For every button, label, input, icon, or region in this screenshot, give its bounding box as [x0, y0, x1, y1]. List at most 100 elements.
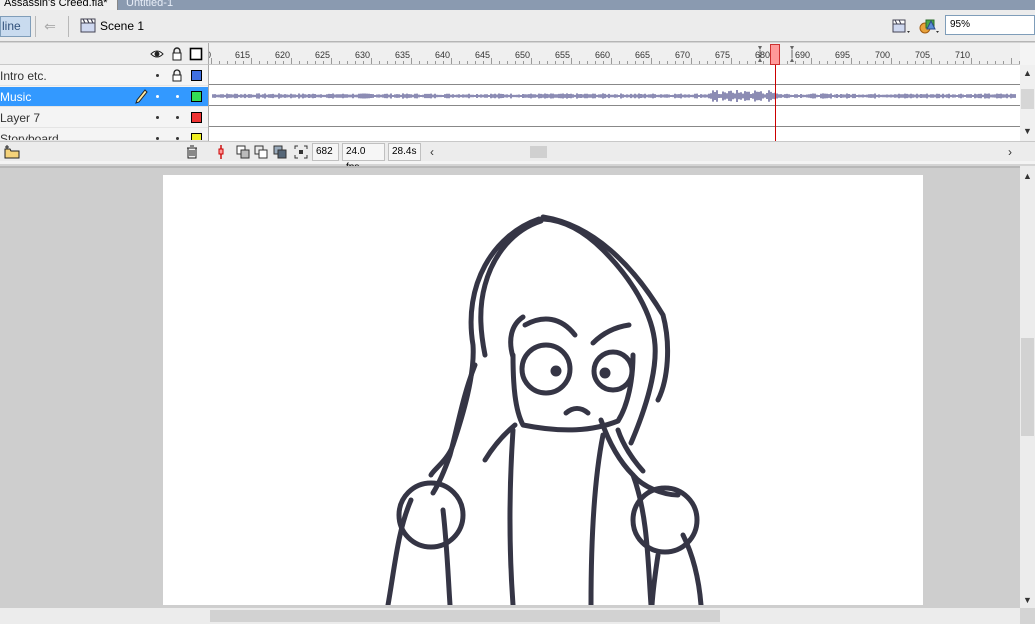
ruler-tick: [387, 61, 388, 64]
onion-skin-outlines-icon[interactable]: [253, 144, 269, 160]
layer-row-storyboard[interactable]: Storyboard: [0, 129, 208, 141]
ruler-label: 705: [915, 50, 931, 60]
scroll-up-arrow-icon[interactable]: ▲: [1023, 65, 1032, 81]
ruler-tick: [539, 61, 540, 64]
lock-all-icon[interactable]: [170, 47, 184, 61]
stage-horizontal-scrollbar[interactable]: [0, 608, 1020, 624]
document-tab-untitled[interactable]: Untitled-1: [122, 0, 192, 10]
ruler-tick: [411, 58, 412, 64]
new-folder-icon[interactable]: [3, 144, 21, 160]
scene-clapper-icon: [80, 18, 96, 33]
ruler-tick: [283, 61, 284, 64]
document-tab-bar: Assassin's Creed.fla* Untitled-1: [0, 0, 1035, 10]
outline-all-icon[interactable]: [189, 47, 203, 61]
show-hide-eye-icon[interactable]: [150, 47, 164, 61]
ruler-tick: [555, 61, 556, 64]
scroll-down-arrow-icon[interactable]: ▼: [1023, 592, 1032, 608]
scroll-thumb[interactable]: [210, 610, 720, 622]
scroll-thumb[interactable]: [1021, 338, 1034, 436]
ruler-tick: [419, 61, 420, 64]
lock-dot[interactable]: [176, 95, 179, 98]
toolbar-separator: [35, 16, 36, 37]
ruler-label: 665: [635, 50, 651, 60]
ruler-tick: [587, 61, 588, 64]
scroll-down-arrow-icon[interactable]: ▼: [1023, 123, 1032, 139]
layer-outline-swatch[interactable]: [191, 91, 202, 102]
ruler-label: 675: [715, 50, 731, 60]
timeline-vertical-scrollbar[interactable]: ▲ ▼: [1020, 65, 1035, 141]
stage-vertical-scrollbar[interactable]: ▲ ▼: [1020, 166, 1035, 608]
ruler-tick: [987, 61, 988, 64]
layer-row-layer7[interactable]: Layer 7: [0, 108, 208, 128]
ruler-tick: [515, 61, 516, 64]
scroll-right-arrow-icon[interactable]: ›: [1008, 144, 1012, 160]
onion-skin-icon[interactable]: [235, 144, 251, 160]
ruler-tick: [811, 58, 812, 64]
ruler-tick: [731, 58, 732, 64]
frame-ruler[interactable]: 0 615 620 625 630 635 640 645 650 655 66…: [208, 43, 1020, 65]
ruler-tick: [891, 58, 892, 64]
playhead-handle[interactable]: [770, 44, 780, 65]
ruler-tick: [251, 58, 252, 64]
layer-row-music[interactable]: Music: [0, 87, 208, 107]
ruler-label: 660: [595, 50, 611, 60]
center-frame-icon[interactable]: [214, 144, 228, 160]
frame-rate-display[interactable]: 24.0 fps: [342, 143, 385, 173]
ruler-tick: [491, 58, 492, 64]
ruler-tick: [923, 61, 924, 64]
ruler-tick: [747, 61, 748, 64]
timeline-horizontal-scrollbar[interactable]: ‹ ›: [428, 144, 1020, 160]
ruler-tick: [915, 61, 916, 64]
stage-canvas[interactable]: [163, 175, 923, 605]
lock-dot[interactable]: [176, 116, 179, 119]
ruler-tick: [211, 58, 212, 64]
visibility-dot[interactable]: [156, 137, 159, 140]
edit-multiple-frames-icon[interactable]: [272, 144, 288, 160]
ruler-tick: [483, 61, 484, 64]
edit-scene-icon[interactable]: [891, 17, 911, 35]
visibility-dot[interactable]: [156, 74, 159, 77]
back-arrow-icon[interactable]: ⇐: [40, 17, 60, 36]
ruler-tick: [659, 61, 660, 64]
lock-icon[interactable]: [171, 69, 183, 82]
ruler-tick: [275, 61, 276, 64]
ruler-tick: [667, 61, 668, 64]
scroll-thumb[interactable]: [1021, 89, 1034, 109]
frame-row-music[interactable]: [209, 86, 1021, 106]
scroll-left-arrow-icon[interactable]: ‹: [430, 144, 434, 160]
layer-outline-swatch[interactable]: [191, 112, 202, 123]
layer-name: Storyboard: [0, 132, 59, 141]
lock-dot[interactable]: [176, 137, 179, 140]
frame-row-layer7[interactable]: [209, 107, 1021, 127]
audio-waveform: [212, 90, 1016, 102]
timeline-panel: 0 615 620 625 630 635 640 645 650 655 66…: [0, 43, 1035, 173]
frame-row-intro[interactable]: [209, 65, 1021, 85]
ruler-tick: [267, 61, 268, 64]
scroll-thumb[interactable]: [530, 146, 547, 158]
scroll-up-arrow-icon[interactable]: ▲: [1023, 168, 1032, 184]
visibility-dot[interactable]: [156, 95, 159, 98]
ruler-tick: [475, 61, 476, 64]
delete-layer-trash-icon[interactable]: [185, 144, 199, 160]
ruler-tick: [307, 61, 308, 64]
document-tab-active[interactable]: Assassin's Creed.fla*: [0, 0, 118, 10]
ruler-tick: [827, 61, 828, 64]
zoom-dropdown[interactable]: 95%: [945, 15, 1035, 35]
frames-grid[interactable]: [208, 65, 1021, 141]
ruler-tick: [435, 61, 436, 64]
stage-pasteboard[interactable]: [0, 166, 1020, 608]
layer-row-intro[interactable]: Intro etc.: [0, 66, 208, 86]
ruler-tick: [907, 61, 908, 64]
edit-symbols-icon[interactable]: [918, 17, 940, 35]
ruler-tick: [715, 61, 716, 64]
modify-onion-markers-icon[interactable]: [293, 144, 309, 160]
ruler-tick: [347, 61, 348, 64]
ruler-tick: [547, 61, 548, 64]
layer-outline-swatch[interactable]: [191, 133, 202, 140]
character-sketch[interactable]: [163, 175, 923, 605]
visibility-dot[interactable]: [156, 116, 159, 119]
ruler-tick: [739, 61, 740, 64]
current-frame-display: 682: [312, 143, 339, 161]
timeline-toggle-button[interactable]: line: [0, 16, 31, 37]
layer-outline-swatch[interactable]: [191, 70, 202, 81]
